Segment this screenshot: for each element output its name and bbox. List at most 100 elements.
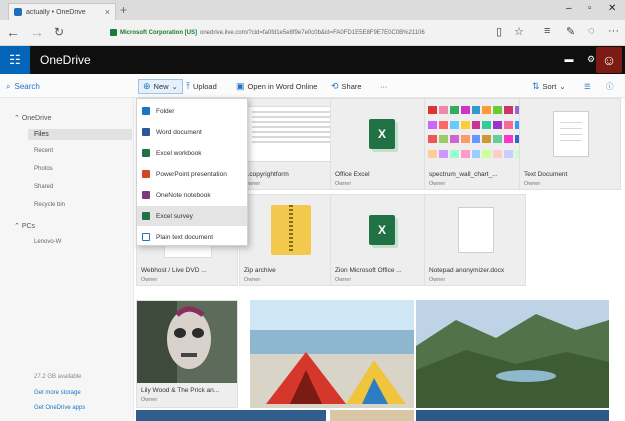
share-browser-icon[interactable]: ◌ [588, 25, 595, 37]
file-owner: Owner [429, 181, 446, 187]
more-commands-button[interactable]: ··· [380, 79, 388, 94]
menu-item-onenote[interactable]: OneNote notebook [137, 185, 247, 205]
sidebar-pcs-heading[interactable]: ⌃ PCs [14, 222, 35, 230]
forward-icon[interactable]: → [30, 24, 44, 40]
url-field[interactable]: Microsoft Corporation [US] onedrive.live… [110, 25, 488, 40]
file-thumbnail [425, 99, 527, 169]
more-icon[interactable]: ··· [608, 25, 619, 37]
share-icon: ⟲ [331, 81, 339, 91]
zip-folder-icon [271, 205, 311, 255]
menu-item-word[interactable]: Word document [137, 122, 247, 142]
sidebar-item-photos[interactable]: Photos [34, 166, 53, 172]
url-text: onedrive.live.com/?cid=fa0fd1e5e8f9e7e0c… [200, 29, 425, 36]
refresh-icon[interactable]: ↻ [54, 25, 64, 39]
file-name: spectrum_wall_chart_... [429, 171, 498, 178]
photo-tile[interactable] [330, 410, 414, 421]
file-tile[interactable]: X Zion Microsoft Office ... Owner [330, 194, 432, 286]
close-window-icon[interactable]: ✕ [608, 3, 616, 14]
photo-tile[interactable]: Lily Wood & The Prick an... Owner [136, 300, 238, 408]
file-name: Office Excel [335, 171, 370, 178]
file-thumbnail: X [331, 195, 433, 265]
tab-close-icon[interactable]: × [105, 7, 110, 17]
file-tile[interactable]: Text Document Owner [519, 98, 621, 190]
info-icon[interactable]: ⓘ [606, 79, 614, 94]
sidebar-pcs-label: PCs [21, 223, 36, 230]
new-button[interactable]: ⊕ New ⌄ [138, 79, 183, 94]
file-tile[interactable]: ...copyrightform Owner [239, 98, 341, 190]
menu-item-excel[interactable]: Excel workbook [137, 143, 247, 163]
favorite-star-icon[interactable]: ☆ [514, 25, 524, 38]
plus-icon: ⊕ [143, 81, 151, 91]
get-apps-link[interactable]: Get OneDrive apps [34, 405, 85, 411]
hub-icon[interactable]: ≡ [544, 25, 550, 37]
sidebar-onedrive-heading[interactable]: ⌃ OneDrive [14, 114, 51, 122]
file-tile[interactable]: X Office Excel Owner [330, 98, 432, 190]
upload-label: Upload [192, 82, 217, 91]
menu-item-excel-survey[interactable]: Excel survey [137, 206, 247, 226]
view-toggle-icon[interactable]: ☰ [584, 79, 591, 94]
file-owner: Owner [141, 397, 158, 403]
onedrive-header: ☷ OneDrive ▬ ⚙ ☺ [0, 46, 625, 74]
notifications-icon[interactable]: ▬ [562, 53, 576, 66]
get-more-storage-link[interactable]: Get more storage [34, 390, 81, 396]
back-icon[interactable]: ← [6, 24, 20, 40]
landscape-photo [416, 300, 609, 408]
app-name[interactable]: OneDrive [40, 53, 91, 67]
new-label: New [153, 82, 169, 91]
file-owner: Owner [335, 277, 352, 283]
photo-tile[interactable] [250, 300, 414, 408]
file-tile[interactable]: Zip archive Owner [239, 194, 341, 286]
photo-tile[interactable] [416, 410, 609, 421]
browser-tab-strip: actually • OneDrive × + – ▫ ✕ [0, 0, 625, 20]
reading-view-icon[interactable]: ▯ [496, 25, 502, 38]
file-name: Zion Microsoft Office ... [335, 267, 402, 274]
photo-tile[interactable] [416, 300, 609, 408]
file-name: Lily Wood & The Prick an... [141, 387, 220, 394]
avatar[interactable]: ☺ [596, 47, 622, 73]
sort-label: Sort [542, 82, 557, 91]
file-owner: Owner [335, 181, 352, 187]
open-in-word-button[interactable]: ▣ Open in Word Online [236, 79, 317, 94]
onedrive-favicon-icon [14, 8, 22, 16]
file-owner: Owner [429, 277, 446, 283]
browser-tab[interactable]: actually • OneDrive × [8, 3, 116, 20]
file-thumbnail: X [331, 99, 433, 169]
search-box[interactable]: ⌕ Search [6, 79, 126, 94]
file-tile[interactable]: spectrum_wall_chart_... Owner [424, 98, 526, 190]
menu-item-label: OneNote notebook [156, 191, 211, 199]
sort-icon: ⇅ [532, 81, 540, 91]
sidebar-item-recent[interactable]: Recent [34, 148, 53, 154]
menu-item-folder[interactable]: Folder [137, 101, 247, 121]
menu-item-text-document[interactable]: Plain text document [137, 227, 247, 247]
web-note-icon[interactable]: ✎ [566, 25, 575, 38]
photo-tile[interactable] [136, 410, 326, 421]
excel-survey-icon [142, 212, 150, 220]
maximize-icon[interactable]: ▫ [588, 3, 592, 14]
sidebar-item-files[interactable]: Files [28, 129, 132, 140]
sidebar-item-shared[interactable]: Shared [34, 184, 53, 190]
share-button[interactable]: ⟲ Share [331, 79, 362, 94]
menu-item-powerpoint[interactable]: PowerPoint presentation [137, 164, 247, 184]
upload-button[interactable]: ⤒ Upload [186, 79, 217, 94]
file-owner: Owner [244, 277, 261, 283]
search-label: Search [14, 82, 40, 91]
new-dropdown-menu: Folder Word document Excel workbook Powe… [136, 98, 248, 246]
file-name: Text Document [524, 171, 568, 178]
excel-icon: X [369, 119, 395, 149]
share-label: Share [341, 82, 362, 91]
sidebar-item-recycle-bin[interactable]: Recycle bin [34, 202, 65, 208]
file-thumbnail [240, 195, 342, 265]
text-document-icon [553, 111, 589, 157]
url-organization: Microsoft Corporation [US] [120, 29, 197, 36]
new-tab-button[interactable]: + [120, 3, 127, 17]
file-tile[interactable]: Notepad anonymizer.docx Owner [424, 194, 526, 286]
file-thumbnail [240, 99, 342, 169]
menu-item-label: Word document [156, 128, 202, 136]
minimize-icon[interactable]: – [566, 3, 572, 14]
search-icon: ⌕ [6, 81, 11, 91]
sidebar-item-pc[interactable]: Lenovo-W [34, 239, 61, 245]
portrait-photo [137, 301, 237, 383]
app-launcher-icon[interactable]: ☷ [0, 46, 30, 74]
file-thumbnail [425, 195, 527, 265]
sort-button[interactable]: ⇅ Sort ⌄ [532, 79, 566, 94]
